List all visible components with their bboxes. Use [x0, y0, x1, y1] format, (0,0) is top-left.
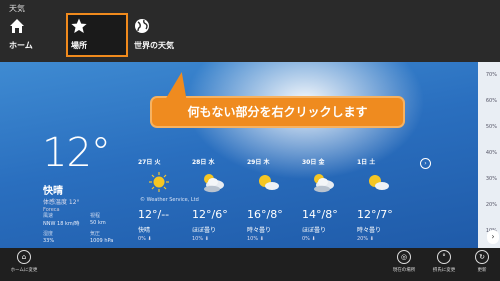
forecast-date: 29日 木 — [247, 159, 270, 166]
temperature-unit-icon: ° — [437, 250, 451, 264]
detail-label: 気圧 — [90, 231, 101, 237]
current-location-label: 現在の場所 — [392, 268, 416, 273]
forecast-hilo: 12°/-- — [138, 208, 170, 221]
detail-value: 1009 hPa — [90, 238, 114, 244]
nav-world-label: 世界の天気 — [134, 41, 174, 50]
top-app-bar: 天気 ホーム 場所 世界の天気 — [0, 0, 500, 62]
refresh-button[interactable]: ↻ 更新 — [468, 250, 496, 273]
forecast-hilo: 12°/6° — [192, 208, 228, 221]
forecast-precip: 10% ⬇ — [192, 236, 209, 242]
forecast-date: 27日 火 — [138, 159, 161, 166]
detail-label: 風速 — [43, 213, 54, 219]
forecast-precip: 10% ⬇ — [247, 236, 264, 242]
bottom-app-bar: ⌂ ホームに変更 ◎ 現在の場所 ° 摂氏に変更 ↻ 更新 — [0, 248, 500, 281]
set-home-button[interactable]: ⌂ ホームに変更 — [4, 250, 44, 273]
refresh-icon: ↻ — [475, 250, 489, 264]
instruction-callout: 何もない部分を右クリックします — [150, 72, 405, 128]
forecast-desc: ほぼ曇り — [192, 227, 217, 234]
scale-tick: 70% — [485, 72, 497, 78]
scroll-next-icon[interactable]: › — [487, 230, 499, 244]
scale-tick: 20% — [485, 202, 497, 208]
detail-value: 50 km — [90, 220, 106, 226]
forecast-desc: 時々曇り — [357, 227, 382, 234]
nav-places-button[interactable]: 場所 — [66, 13, 128, 57]
sun-icon — [149, 172, 169, 192]
detail-label: 湿度 — [43, 231, 54, 237]
feels-like: 体感温度 12° — [43, 199, 80, 206]
detail-value: 33% — [43, 238, 55, 244]
change-unit-button[interactable]: ° 摂氏に変更 — [428, 250, 460, 273]
forecast-desc: ほぼ曇り — [302, 227, 327, 234]
forecast-hilo: 16°/8° — [247, 208, 283, 221]
precip-scale-strip: 70% 60% 50% 40% 30% 20% 10% — [478, 62, 500, 248]
change-unit-label: 摂氏に変更 — [432, 268, 456, 273]
refresh-label: 更新 — [477, 268, 487, 273]
partly-cloudy-icon — [314, 174, 334, 193]
scale-tick: 40% — [485, 150, 497, 156]
forecast-date: 30日 金 — [302, 159, 325, 166]
sun-cloud-icon — [259, 175, 279, 190]
scale-tick: 50% — [485, 124, 497, 130]
location-icon: ◎ — [397, 250, 411, 264]
current-location-button[interactable]: ◎ 現在の場所 — [388, 250, 420, 273]
scale-tick: 60% — [485, 98, 497, 104]
forecast-next-icon[interactable]: › — [420, 158, 431, 169]
detail-value: NNW 18 km/時 — [43, 221, 80, 227]
current-condition: 快晴 — [43, 186, 63, 197]
home-icon: ⌂ — [17, 250, 31, 264]
detail-label: 視程 — [90, 213, 101, 219]
sun-cloud-icon — [369, 175, 389, 190]
current-temperature: 12° — [42, 130, 111, 176]
forecast-hilo: 14°/8° — [302, 208, 338, 221]
weather-credit: © Weather Service, Ltd — [140, 197, 199, 203]
nav-home-label: ホーム — [9, 41, 33, 50]
forecast-desc: 時々曇り — [247, 227, 272, 234]
star-icon — [71, 18, 87, 33]
set-home-label: ホームに変更 — [10, 268, 38, 273]
forecast-hilo: 12°/7° — [357, 208, 393, 221]
globe-icon — [135, 19, 149, 33]
nav-home-button[interactable]: ホーム — [4, 13, 64, 57]
forecast-desc: 快晴 — [138, 227, 151, 234]
nav-places-label: 場所 — [71, 41, 87, 50]
forecast-date: 28日 水 — [192, 159, 215, 166]
partly-cloudy-icon — [204, 174, 224, 193]
forecast-date: 1日 土 — [357, 159, 376, 166]
forecast-precip: 0% ⬇ — [302, 236, 316, 242]
nav-world-button[interactable]: 世界の天気 — [129, 13, 193, 57]
home-icon — [10, 19, 24, 33]
callout-text: 何もない部分を右クリックします — [187, 105, 368, 119]
scale-tick: 30% — [485, 176, 497, 182]
forecast-precip: 0% ⬇ — [138, 236, 152, 242]
forecast-precip: 20% ⬇ — [357, 236, 374, 242]
